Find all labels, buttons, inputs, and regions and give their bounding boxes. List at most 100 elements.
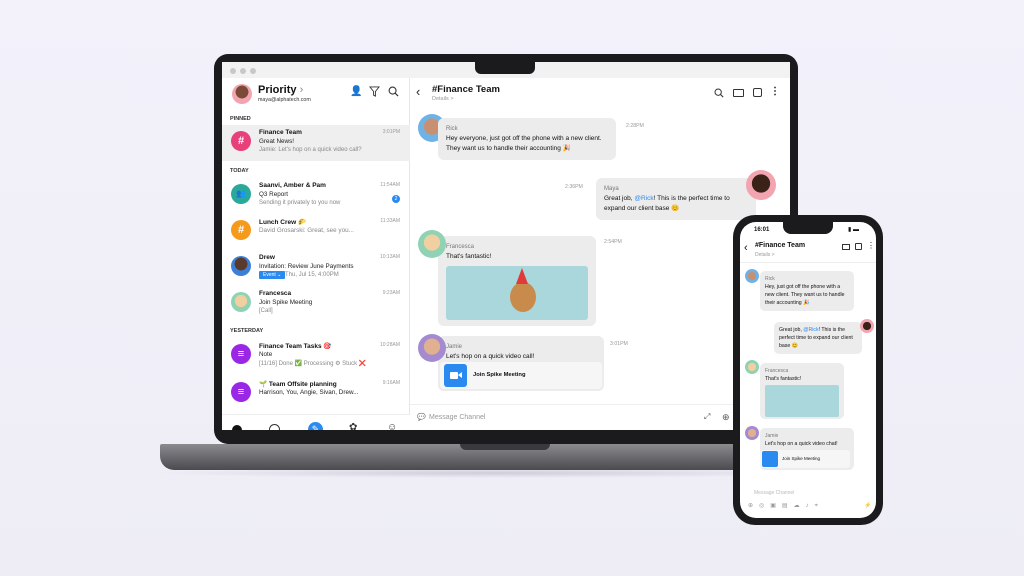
more-icon[interactable]: ⋮ [770,86,780,97]
message-input[interactable]: Message Channel [429,414,485,421]
avatar [231,256,251,276]
dog-party-image[interactable] [446,266,588,320]
conversation-drew[interactable]: Drew Invitation: Review June Payments Ev… [222,250,410,286]
filter-icon[interactable] [369,86,380,97]
section-today: TODAY [230,168,249,174]
conversation-subject: Great News! [259,138,294,145]
send-icon[interactable]: ⚡ [864,502,871,509]
conversation-team-offsite[interactable]: ≡ 🌱 Team Offsite planning Harrison, You,… [222,376,410,412]
channel-hash-icon: # [231,220,251,240]
message-time: 2:36PM [565,184,583,190]
chat-icon[interactable] [232,425,242,430]
status-icons: ▮ ▬ [848,227,859,233]
conversation-subject: Invitation: Review June Payments [259,263,354,270]
add-contact-icon[interactable]: 👤 [350,86,362,97]
join-meeting-card[interactable]: Join Spike Meeting [440,362,602,389]
dog-party-image[interactable] [765,385,839,417]
composer-toolbar-icons[interactable]: ⊕◎▣▤☁♪⌖ [748,502,824,510]
conversation-name: Drew [259,254,275,261]
compose-icon[interactable]: ✎ [308,422,323,430]
channel-title: #Finance Team [755,242,806,249]
phone-notch [783,222,833,234]
message-rick: Rick Hey everyone, just got off the phone… [438,118,616,160]
bottom-nav: ✎ ✿ ☺ [222,414,410,430]
conversation-preview: Sending it privately to you now [259,200,341,206]
conversation-time: 10:13AM [379,254,400,260]
video-camera-icon [762,451,778,467]
event-badge[interactable]: Event ⌄ [259,271,286,279]
conversation-time: 11:54AM [380,182,400,188]
conversation-lunch-crew[interactable]: # Lunch Crew 🌮 David Grosarski: Great, s… [222,214,410,250]
meeting-label: Join Spike Meeting [473,372,526,378]
message-input[interactable]: Message Channel [754,490,794,496]
video-call-icon[interactable] [733,89,744,97]
sidebar: Priority › maya@alphatech.com 👤 PINNED #… [222,78,410,430]
avatar-jamie [745,426,759,440]
conversation-time: 9:16AM [382,380,400,386]
conversation-time: 3:01PM [382,129,400,135]
tasks-icon[interactable] [753,88,762,97]
conversation-preview: Jamie: Let's hop on a quick video call? [259,147,362,153]
more-icon[interactable]: ⋮ [867,241,875,250]
apps-icon[interactable]: ✿ [349,422,357,430]
laptop-screen: Priority › maya@alphatech.com 👤 PINNED #… [222,62,790,430]
message-time: 3:01PM [610,341,628,347]
sidebar-title[interactable]: Priority › [258,84,303,96]
message-francesca: Francesca That's fantastic! [438,236,596,326]
note-icon: ≡ [231,344,251,364]
conversation-francesca[interactable]: Francesca Join Spike Meeting [Call] 9:23… [222,286,410,322]
conversation-name: Francesca [259,290,292,297]
conversation-subject: Q3 Report [259,191,289,198]
expand-icon[interactable]: ⤢ [704,412,710,422]
unread-badge: 2 [392,195,400,203]
message-bubble-icon: 💬 [417,414,426,421]
channel-hash-icon: # [231,131,251,151]
back-icon[interactable]: ‹ [744,242,748,254]
avatar-francesca [418,230,446,258]
section-yesterday: YESTERDAY [230,328,264,334]
avatar [231,292,251,312]
group-icon: 👥 [231,184,251,204]
section-pinned: PINNED [230,116,251,122]
message-time: 2:28PM [626,123,644,129]
details-link[interactable]: Details > [432,96,454,102]
conversation-time: 9:23AM [382,290,400,296]
join-meeting-card[interactable]: Join Spike Meeting [760,450,850,468]
laptop-notch [475,62,535,74]
clock-icon[interactable] [269,424,280,430]
user-avatar[interactable] [232,84,252,104]
conversation-finance-team-tasks[interactable]: ≡ Finance Team Tasks 🎯 Note [11/16] Done… [222,338,410,374]
tasks-icon[interactable] [855,243,862,250]
note-icon: ≡ [231,382,251,402]
conversation-time: 11:33AM [380,218,400,224]
message-rick: Rick Hey, just got off the phone with a n… [760,271,854,311]
video-call-icon[interactable] [842,244,850,250]
close-window-button[interactable] [230,68,236,74]
conversation-finance-team[interactable]: # Finance Team Great News! Jamie: Let's … [222,125,410,161]
add-icon[interactable]: ⊕ [722,412,730,423]
conversation-preview: [Call] [259,308,273,314]
event-date: Thu, Jul 15, 4:00PM [285,272,339,278]
avatar-jamie [418,334,446,362]
back-icon[interactable]: ‹ [416,84,420,99]
meeting-label: Join Spike Meeting [782,456,821,461]
search-icon[interactable] [714,88,724,98]
message-francesca: Francesca That's fantastic! [760,363,844,419]
details-link[interactable]: Details > [755,252,775,258]
search-icon[interactable] [388,86,399,97]
avatar-francesca [745,360,759,374]
conversation-saanvi-amber-pam[interactable]: 👥 Saanvi, Amber & Pam Q3 Report Sending … [222,178,410,214]
avatar-maya [860,319,874,333]
conversation-name: Finance Team [259,129,302,136]
video-camera-icon [444,364,467,387]
channel-title: #Finance Team [432,84,500,95]
conversation-preview: David Grosarski: Great, see you... [259,227,354,234]
conversation-name: Lunch Crew 🌮 [259,219,307,226]
avatar-rick [745,269,759,283]
maximize-window-button[interactable] [250,68,256,74]
contacts-icon[interactable]: ☺ [387,422,397,430]
conversation-name: Saanvi, Amber & Pam [259,182,326,189]
conversation-subject: Harrison, You, Angie, Sivan, Drew... [259,389,359,396]
minimize-window-button[interactable] [240,68,246,74]
conversation-time: 10:28AM [379,342,400,348]
